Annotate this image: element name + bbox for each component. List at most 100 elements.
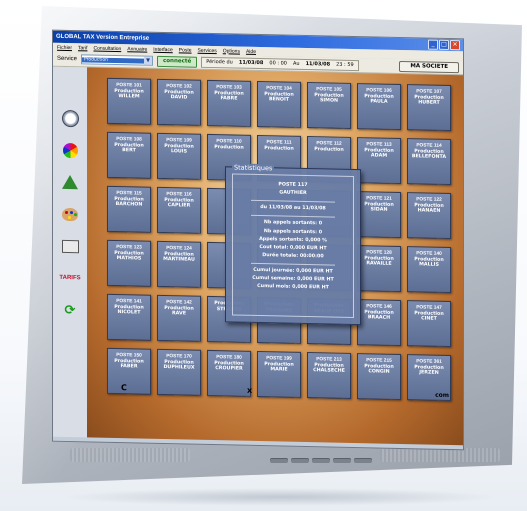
station-card[interactable]: POSTE 106 Production PAULA [357, 83, 401, 130]
station-user: FABRE [220, 96, 238, 102]
station-card[interactable]: POSTE 199 Production MARIE [257, 350, 301, 398]
tarifs-icon[interactable]: TARIFS [59, 269, 80, 287]
triangle-icon[interactable] [61, 173, 79, 191]
close-button[interactable]: ✕ [450, 40, 460, 51]
station-card[interactable]: POSTE 215 Production CONGIN [357, 353, 401, 400]
statistics-panel: Statistiques POSTE 117 GAUTHIER du 11/03… [225, 163, 361, 326]
station-card[interactable]: POSTE 101 Production WILLEM [107, 77, 151, 125]
station-user: WILLEM [118, 94, 140, 100]
office-floor-plan: POSTE 101 Production WILLEM POSTE 102 Produc… [87, 67, 463, 446]
service-select[interactable]: Production ▼ [81, 54, 154, 66]
station-card[interactable]: POSTE 109 Production LOUIS [157, 132, 201, 180]
refresh-icon[interactable]: ⟳ [61, 301, 79, 319]
station-user: BRAACH [367, 315, 391, 321]
station-user: CAPLIER [167, 203, 191, 209]
printer-icon[interactable] [61, 237, 79, 255]
statistics-content: POSTE 117 GAUTHIER du 11/03/08 au 11/03/… [232, 173, 354, 319]
menu-tarif[interactable]: Tarif [78, 45, 87, 51]
station-card[interactable]: POSTE 116 Production CAPLIER [157, 186, 201, 234]
station-service: Production [214, 144, 244, 151]
monitor-button[interactable] [312, 458, 330, 463]
stats-user: GAUTHIER [279, 190, 307, 197]
station-card[interactable]: POSTE 104 Production BENOIT [257, 80, 301, 128]
minimize-button[interactable]: _ [428, 39, 438, 50]
monitor-button[interactable] [291, 458, 309, 463]
station-service: Production [264, 145, 294, 152]
menu-options[interactable]: Options [223, 48, 240, 54]
station-user: BARCHON [115, 202, 143, 208]
maximize-button[interactable]: □ [439, 39, 449, 51]
footer-text-left: C [121, 383, 127, 393]
station-card[interactable]: POSTE 122 Production HANAEN [407, 192, 451, 240]
station-card[interactable]: POSTE 113 Production ADAM [357, 137, 401, 184]
station-user: JERZEN [419, 370, 439, 376]
station-card[interactable]: POSTE 124 Production MARTINEAU [157, 240, 201, 288]
work-area: TARIFS ⟳ POSTE 101 Production WILLEM POSTE … [53, 66, 463, 446]
monitor-button[interactable] [333, 458, 351, 463]
station-card[interactable]: POSTE 142 Production RAVE [157, 294, 201, 342]
palette-icon[interactable] [61, 205, 79, 223]
station-user: DAVID [170, 95, 188, 101]
period-filter: Période du 11/03/08 00 : 00 Au 11/03/08 … [201, 56, 359, 71]
statistics-legend: Statistiques [232, 163, 275, 173]
footer-text-right: com [435, 391, 449, 400]
period-from-date[interactable]: 11/03/08 [239, 60, 264, 67]
station-card[interactable]: POSTE 105 Production SIMON [307, 82, 351, 129]
menu-services[interactable]: Services [198, 47, 217, 53]
station-card[interactable]: POSTE 123 Production MATHIOS [107, 239, 151, 287]
color-wheel-icon[interactable] [61, 141, 79, 159]
station-card[interactable]: POSTE 146 Production BRAACH [357, 299, 401, 346]
station-card[interactable]: POSTE 121 Production SIDAN [357, 191, 401, 238]
station-user: MATHIOS [116, 256, 142, 262]
station-card[interactable]: POSTE 140 Production MALLIS [407, 246, 451, 294]
station-user: MARIE [270, 367, 288, 373]
chevron-down-icon[interactable]: ▼ [144, 56, 153, 65]
station-card[interactable]: POSTE 114 Production BELLEFONTA [407, 138, 451, 186]
stats-range: du 11/03/08 au 11/03/08 [260, 205, 326, 212]
monitor-button[interactable] [354, 458, 372, 463]
company-button[interactable]: MA SOCIETE [399, 60, 459, 73]
period-label: Période du [206, 58, 233, 66]
station-card[interactable]: POSTE 213 Production CHALSECHE [307, 352, 351, 399]
monitor-buttons [270, 458, 372, 463]
period-to-label: Au [292, 60, 300, 67]
station-card[interactable]: POSTE 180 Production CROUPIER [207, 349, 251, 397]
menu-consultation[interactable]: Consultation [93, 45, 121, 52]
station-card[interactable]: POSTE 128 Production RAVAILLE [357, 245, 401, 292]
stats-monthly-total: Cumul mois: 0,000 EUR HT [257, 284, 329, 291]
station-card[interactable]: POSTE 108 Production BERT [107, 131, 151, 179]
menu-aide[interactable]: Aide [246, 48, 256, 54]
speaker-grille-right [380, 448, 500, 462]
station-card[interactable]: POSTE 107 Production HUBERT [407, 84, 451, 132]
clock-icon[interactable] [61, 109, 79, 127]
period-from-time[interactable]: 00 : 00 [269, 60, 287, 66]
station-card[interactable]: POSTE 102 Production DAVID [157, 78, 201, 126]
station-user: CHALSECHE [313, 368, 345, 374]
station-user: ADAM [370, 153, 388, 159]
station-card[interactable]: POSTE 147 Production CINET [407, 300, 451, 348]
station-user: RAVAILLE [366, 261, 392, 267]
station-card[interactable]: POSTE 103 Production FABRE [207, 79, 251, 127]
station-card[interactable]: POSTE 115 Production BARCHON [107, 185, 151, 233]
menu-interface[interactable]: Interface [153, 46, 172, 52]
menu-annuaire[interactable]: Annuaire [127, 46, 147, 52]
monitor-button[interactable] [270, 458, 288, 463]
station-user: NICOLET [117, 310, 141, 316]
station-user: BENOIT [268, 97, 290, 103]
period-to-date[interactable]: 11/03/08 [306, 61, 331, 68]
station-card[interactable]: POSTE 141 Production NICOLET [107, 293, 151, 341]
menu-poste[interactable]: Poste [179, 47, 192, 53]
window-controls: _ □ ✕ [428, 39, 460, 51]
service-label: Service [57, 55, 78, 63]
period-to-time[interactable]: 23 : 59 [336, 62, 354, 68]
stats-total-duration: Durée totale: 00:00:00 [262, 253, 324, 260]
station-card[interactable]: POSTE 170 Production DUPHILEUX [157, 348, 201, 396]
connection-status-button[interactable]: connecté [157, 55, 198, 68]
station-user: DUPHILEUX [163, 365, 195, 371]
menu-fichier[interactable]: Fichier [57, 44, 72, 50]
station-user: MALLIS [419, 262, 439, 268]
station-user: HUBERT [418, 100, 440, 106]
station-service: Production [314, 146, 344, 153]
station-card[interactable]: POSTE 150 Production FABER [107, 347, 151, 395]
speaker-grille-left [70, 448, 190, 462]
